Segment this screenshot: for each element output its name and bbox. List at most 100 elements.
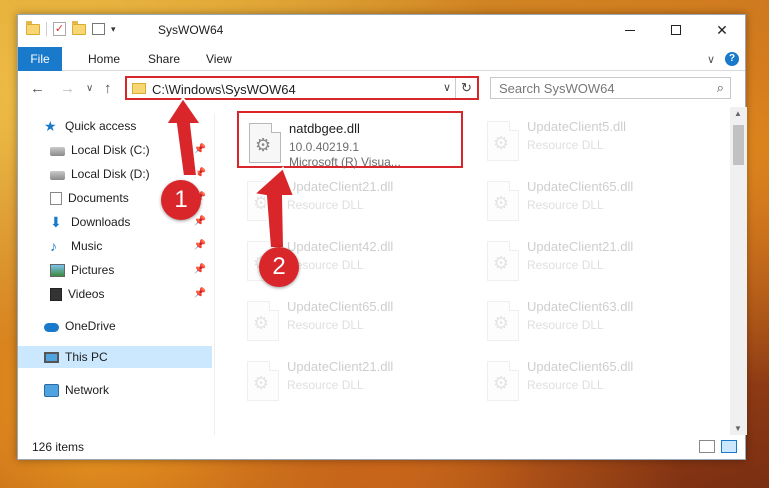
address-dropdown-icon[interactable]: ∨ xyxy=(443,81,451,94)
onedrive-icon xyxy=(44,322,59,332)
sidebar-item-label: Quick access xyxy=(65,119,137,133)
pictures-icon xyxy=(50,263,65,277)
file-description: Resource DLL xyxy=(287,318,364,332)
file-tile[interactable]: ⚙ UpdateClient65.dll Resource DLL xyxy=(237,291,463,348)
gear-icon: ⚙ xyxy=(493,313,510,333)
back-button[interactable]: ← xyxy=(30,80,45,97)
file-version: 10.0.40219.1 xyxy=(289,140,360,154)
pin-icon[interactable]: 📌 xyxy=(194,264,206,275)
file-name: UpdateClient21.dll xyxy=(527,239,634,254)
step-2-badge: 2 xyxy=(259,247,299,287)
vertical-scrollbar[interactable]: ▲ ▼ xyxy=(730,107,747,435)
gear-icon: ⚙ xyxy=(253,373,270,393)
close-button[interactable]: ✕ xyxy=(699,15,745,45)
file-tile[interactable]: ⚙ UpdateClient65.dll Resource DLL xyxy=(477,171,703,228)
refresh-button[interactable]: ↻ xyxy=(455,78,477,98)
sidebar-item-label: Downloads xyxy=(71,215,131,229)
gear-icon: ⚙ xyxy=(493,133,510,153)
tab-home[interactable]: Home xyxy=(76,47,132,71)
toolbar-divider xyxy=(46,22,47,36)
file-description: Resource DLL xyxy=(527,198,604,212)
pin-icon[interactable]: 📌 xyxy=(194,216,206,227)
folder-icon xyxy=(26,20,40,35)
explorer-window: ✓ ▾ SysWOW64 ✕ File Home Share View ∨ ? … xyxy=(17,14,747,460)
file-tile[interactable]: ⚙ UpdateClient65.dll Resource DLL xyxy=(477,351,703,408)
navigation-bar: ← → ∨ ↑ C:\Windows\SysWOW64 ∨ ↻ Search S… xyxy=(18,72,745,106)
tiles-view-icon[interactable] xyxy=(721,440,737,453)
documents-icon xyxy=(50,191,62,205)
sidebar-item-label: Videos xyxy=(68,287,105,301)
file-name: UpdateClient21.dll xyxy=(287,179,394,194)
search-input[interactable]: Search SysWOW64 xyxy=(499,81,615,96)
file-name: UpdateClient42.dll xyxy=(287,239,394,254)
minimize-icon xyxy=(625,29,635,31)
file-tile-natdbgee[interactable]: ⚙ natdbgee.dll 10.0.40219.1 Microsoft (R… xyxy=(237,111,463,169)
music-icon: ♪ xyxy=(50,237,57,254)
file-description: Resource DLL xyxy=(527,258,604,272)
details-view-icon[interactable] xyxy=(699,440,715,453)
file-description: Microsoft (R) Visua... xyxy=(289,155,401,169)
pin-icon[interactable]: 📌 xyxy=(194,144,206,155)
disk-icon xyxy=(50,146,65,156)
gear-icon: ⚙ xyxy=(493,193,510,213)
tab-view[interactable]: View xyxy=(194,47,244,71)
expand-ribbon-icon[interactable]: ∨ xyxy=(707,53,715,66)
new-folder-icon[interactable] xyxy=(72,20,86,35)
file-description: Resource DLL xyxy=(287,198,364,212)
recent-locations-button[interactable]: ∨ xyxy=(86,83,93,94)
scroll-up-icon[interactable]: ▲ xyxy=(734,109,742,118)
pin-icon[interactable]: 📌 xyxy=(194,288,206,299)
sidebar-item-this-pc[interactable]: This PC xyxy=(18,346,212,368)
pc-icon xyxy=(44,351,59,363)
customize-toolbar-arrow-icon[interactable]: ▾ xyxy=(111,24,116,35)
sidebar-item-label: Local Disk (D:) xyxy=(71,167,150,181)
quick-access-toolbar: ✓ ▾ xyxy=(26,20,116,36)
sidebar-item-label: Local Disk (C:) xyxy=(71,143,150,157)
file-tile[interactable]: ⚙ UpdateClient5.dll Resource DLL xyxy=(477,111,703,168)
scroll-down-icon[interactable]: ▼ xyxy=(734,424,742,433)
sidebar-item-onedrive[interactable]: OneDrive xyxy=(18,315,212,337)
sidebar-item-music[interactable]: ♪ Music 📌 xyxy=(18,235,212,257)
help-icon[interactable]: ? xyxy=(725,52,739,66)
pane-divider[interactable] xyxy=(214,113,215,435)
properties-icon[interactable] xyxy=(92,23,105,35)
sidebar-item-network[interactable]: Network xyxy=(18,379,212,401)
file-name: UpdateClient65.dll xyxy=(527,359,634,374)
minimize-button[interactable] xyxy=(607,15,653,45)
scrollbar-thumb[interactable] xyxy=(733,125,744,165)
pin-icon[interactable]: 📌 xyxy=(194,240,206,251)
gear-icon: ⚙ xyxy=(493,253,510,273)
address-path[interactable]: C:\Windows\SysWOW64 xyxy=(152,82,296,97)
star-icon: ★ xyxy=(44,117,57,134)
address-bar[interactable]: C:\Windows\SysWOW64 ∨ ↻ xyxy=(125,76,479,100)
maximize-button[interactable] xyxy=(653,15,699,45)
window-title: SysWOW64 xyxy=(158,23,224,37)
file-tile[interactable]: ⚙ UpdateClient21.dll Resource DLL xyxy=(477,231,703,288)
tab-file[interactable]: File xyxy=(18,47,62,71)
sidebar-item-label: Pictures xyxy=(71,263,115,277)
sidebar-item-pictures[interactable]: Pictures 📌 xyxy=(18,259,212,281)
gear-icon: ⚙ xyxy=(493,373,510,393)
tab-share[interactable]: Share xyxy=(136,47,192,71)
up-button[interactable]: ↑ xyxy=(104,80,112,97)
search-box[interactable]: Search SysWOW64 ⌕ xyxy=(490,77,731,99)
file-description: Resource DLL xyxy=(527,378,604,392)
pin-icon[interactable]: 📌 xyxy=(194,168,206,179)
file-name: UpdateClient63.dll xyxy=(527,299,634,314)
sidebar-item-videos[interactable]: Videos 📌 xyxy=(18,283,212,305)
sidebar-item-quick-access[interactable]: ★ Quick access xyxy=(18,115,212,137)
sidebar-item-local-disk-c[interactable]: Local Disk (C:) 📌 xyxy=(18,139,212,161)
status-bar: 126 items xyxy=(18,435,745,459)
forward-button[interactable]: → xyxy=(60,80,75,97)
file-description: Resource DLL xyxy=(527,318,604,332)
file-tile[interactable]: ⚙ UpdateClient63.dll Resource DLL xyxy=(477,291,703,348)
file-description: Resource DLL xyxy=(527,138,604,152)
file-name: natdbgee.dll xyxy=(289,121,360,136)
file-tile[interactable]: ⚙ UpdateClient21.dll Resource DLL xyxy=(237,351,463,408)
properties-check-icon[interactable]: ✓ xyxy=(53,22,66,36)
file-tile[interactable]: ⚙ UpdateClient21.dll Resource DLL xyxy=(237,171,463,228)
file-name: UpdateClient21.dll xyxy=(287,359,394,374)
network-icon xyxy=(44,383,59,397)
download-icon: ⬇ xyxy=(50,213,62,230)
folder-icon xyxy=(132,83,146,94)
